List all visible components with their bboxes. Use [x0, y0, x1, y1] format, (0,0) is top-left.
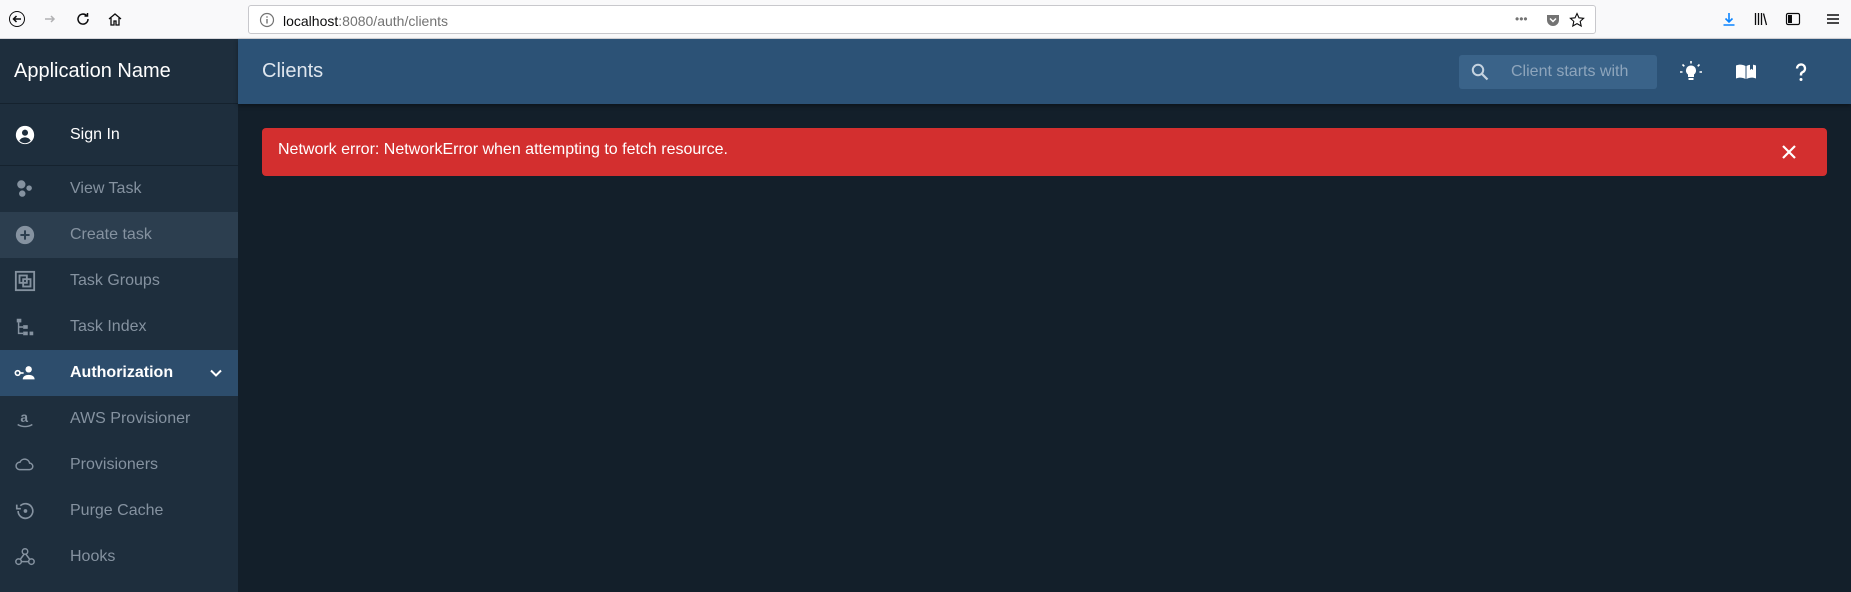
- home-icon: [108, 13, 122, 26]
- pocket-icon[interactable]: [1545, 12, 1561, 28]
- search-box[interactable]: [1459, 55, 1657, 89]
- back-button[interactable]: [4, 6, 30, 32]
- sidebar-item-label: Purge Cache: [70, 502, 164, 519]
- account-circle-icon: [14, 124, 36, 146]
- sidebar-item-purge-cache[interactable]: Purge Cache: [0, 488, 238, 534]
- hamburger-menu-icon: [1827, 14, 1839, 24]
- file-tree-icon: [14, 316, 36, 338]
- lightbulb-icon: [1680, 61, 1702, 80]
- sidebar-item-task-index[interactable]: Task Index: [0, 304, 238, 350]
- back-arrow-icon: [9, 11, 25, 27]
- search-input[interactable]: [1511, 61, 1651, 83]
- sidebar-item-task-groups[interactable]: Task Groups: [0, 258, 238, 304]
- sidebar-item-hooks[interactable]: Hooks: [0, 534, 238, 580]
- sidebar-item-label: Task Groups: [70, 272, 160, 289]
- app-name-header: Application Name: [0, 39, 238, 104]
- sidebar-item-label: Task Index: [70, 318, 147, 335]
- app-name: Application Name: [14, 59, 171, 82]
- sidebar-icon: [1785, 12, 1801, 26]
- close-icon[interactable]: [1779, 142, 1799, 162]
- sidebar-item-label: Create task: [70, 226, 152, 243]
- sidebar-item-label: View Task: [70, 180, 142, 197]
- browser-toolbar: localhost:8080/auth/clients •••: [0, 0, 1851, 39]
- history-icon: [14, 500, 36, 522]
- reload-icon: [77, 13, 89, 25]
- reload-button[interactable]: [70, 6, 96, 32]
- theme-toggle-button[interactable]: [1674, 55, 1708, 89]
- help-button[interactable]: [1784, 55, 1818, 89]
- plus-circle-icon: [14, 224, 36, 246]
- sidebar-item-label: Provisioners: [70, 456, 159, 473]
- sidebar-item-label: Hooks: [70, 548, 116, 565]
- forward-button[interactable]: [37, 6, 63, 32]
- svg-text:a: a: [20, 410, 28, 425]
- sidebar-toggle-button[interactable]: [1780, 6, 1806, 32]
- alert-message: Network error: NetworkError when attempt…: [278, 141, 728, 158]
- url-path: :8080/auth/clients: [338, 13, 449, 29]
- forward-arrow-icon: [45, 15, 56, 23]
- sidebar-item-label: Sign In: [70, 125, 120, 143]
- group-icon: [14, 270, 36, 292]
- url-text: localhost:8080/auth/clients: [283, 13, 448, 29]
- download-icon: [1723, 13, 1735, 26]
- sidebar-item-authorization[interactable]: Authorization: [0, 350, 238, 396]
- info-icon[interactable]: [259, 12, 275, 28]
- url-host: localhost: [283, 13, 339, 29]
- cloud-icon: [14, 454, 36, 476]
- library-icon: [1754, 13, 1768, 26]
- sidebar-item-aws-provisioner[interactable]: a AWS Provisioner: [0, 396, 238, 442]
- page-title: Clients: [262, 60, 324, 82]
- help-icon: [1795, 63, 1807, 81]
- search-icon: [1471, 63, 1489, 81]
- amazon-icon: a: [14, 408, 36, 430]
- account-key-icon: [14, 362, 36, 384]
- sidebar-item-create-task[interactable]: Create task: [0, 212, 238, 258]
- documentation-button[interactable]: [1729, 55, 1763, 89]
- sidebar-item-view-task[interactable]: View Task: [0, 166, 238, 212]
- error-alert: Network error: NetworkError when attempt…: [262, 128, 1827, 176]
- sidebar-item-sign-in[interactable]: Sign In: [0, 104, 238, 166]
- bookmark-star-icon[interactable]: [1569, 12, 1585, 28]
- page-actions-icon[interactable]: •••: [1515, 12, 1535, 28]
- library-button[interactable]: [1748, 6, 1774, 32]
- bubbles-icon: [14, 178, 36, 200]
- sidebar-item-label: AWS Provisioner: [70, 410, 191, 427]
- sidebar: Application Name Sign In View Task Creat…: [0, 39, 238, 592]
- book-open-icon: [1736, 64, 1756, 79]
- chevron-down-icon[interactable]: [206, 363, 226, 383]
- webhook-icon: [14, 546, 36, 568]
- app-header: Clients: [238, 39, 1851, 104]
- downloads-button[interactable]: [1716, 6, 1742, 32]
- url-bar[interactable]: localhost:8080/auth/clients •••: [248, 5, 1596, 34]
- sidebar-item-provisioners[interactable]: Provisioners: [0, 442, 238, 488]
- home-button[interactable]: [102, 6, 128, 32]
- browser-menu-button[interactable]: [1820, 6, 1846, 32]
- sidebar-item-label: Authorization: [70, 364, 174, 381]
